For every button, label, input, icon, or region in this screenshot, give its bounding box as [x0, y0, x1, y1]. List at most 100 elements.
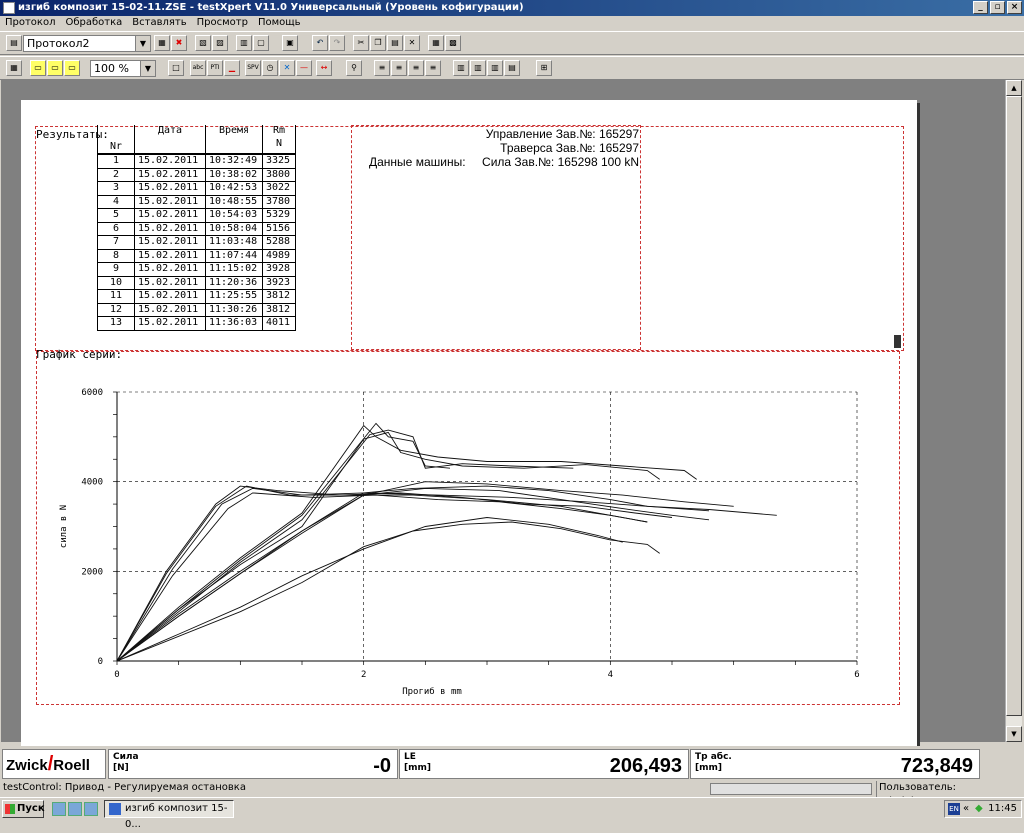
- protocol-combo-value: Протокол2: [27, 37, 90, 50]
- format-icon[interactable]: ▩: [445, 35, 461, 51]
- quicklaunch-explorer-icon[interactable]: [68, 802, 82, 816]
- title-bar: изгиб композит 15-02-11.ZSE - testXpert …: [0, 0, 1024, 16]
- document-workspace: Результаты: Nr Дата Время Rm N 1 15.02.20…: [1, 80, 1022, 760]
- language-indicator[interactable]: EN: [948, 803, 960, 815]
- status-line: testControl: Привод - Регулируемая остан…: [0, 781, 1024, 809]
- y-axis-label: сила в N: [59, 505, 69, 548]
- save-icon[interactable]: ▨: [212, 35, 228, 51]
- menu-bar: Протокол Обработка Вставлять Просмотр По…: [0, 16, 1024, 30]
- frame-footer-icon[interactable]: ▭: [64, 60, 80, 76]
- new-protocol-icon[interactable]: ▦: [154, 35, 170, 51]
- series-line: [116, 485, 710, 662]
- vertical-scrollbar[interactable]: ▲ ▼: [1005, 80, 1022, 742]
- line-icon[interactable]: —: [296, 60, 312, 76]
- zoom-combo-value: 100 %: [94, 62, 129, 75]
- align-top-icon[interactable]: ▥: [453, 60, 469, 76]
- report-page: Результаты: Nr Дата Время Rm N 1 15.02.20…: [21, 100, 917, 760]
- y-tick-label: 2000: [81, 567, 103, 577]
- protocol-icon[interactable]: ▤: [6, 35, 22, 51]
- clock: 11:45: [988, 803, 1017, 814]
- series-line: [116, 422, 451, 662]
- delete-x-icon[interactable]: ✕: [404, 35, 420, 51]
- zwick-roell-logo: Zwick/Roell: [2, 749, 106, 779]
- same-size-icon[interactable]: ▤: [504, 60, 520, 76]
- menu-view[interactable]: Просмотр: [197, 16, 248, 30]
- tray-expand-icon[interactable]: «: [963, 801, 969, 817]
- close-button[interactable]: ×: [1007, 1, 1022, 14]
- restore-button[interactable]: ▫: [990, 1, 1005, 14]
- network-icon[interactable]: ◆: [975, 804, 983, 814]
- series-line: [116, 492, 648, 662]
- copy-icon[interactable]: ❐: [370, 35, 386, 51]
- force-value: -0: [373, 755, 391, 777]
- page-setup-icon[interactable]: ▣: [282, 35, 298, 51]
- frame-header-icon[interactable]: ▭: [47, 60, 63, 76]
- grid-icon[interactable]: ▦: [6, 60, 22, 76]
- x-axis-label: Прогиб в mm: [402, 686, 462, 697]
- redo-icon[interactable]: ↷: [329, 35, 345, 51]
- align-middle-icon[interactable]: ▥: [470, 60, 486, 76]
- chevron-down-icon[interactable]: ▼: [140, 61, 155, 76]
- x-tick-label: 0: [114, 670, 119, 680]
- align-left-icon[interactable]: ≡: [374, 60, 390, 76]
- align-center-icon[interactable]: ≡: [391, 60, 407, 76]
- app-icon[interactable]: [3, 2, 15, 14]
- align-justify-icon[interactable]: ≡: [425, 60, 441, 76]
- start-button[interactable]: Пуск: [2, 800, 45, 818]
- tr-caption: Тр абс. [mm]: [695, 752, 732, 773]
- y-tick-label: 6000: [81, 388, 103, 398]
- series-line: [116, 487, 777, 662]
- zoom-combo[interactable]: 100 % ▼: [90, 60, 156, 77]
- menu-processing[interactable]: Обработка: [65, 16, 122, 30]
- le-readout: LE [mm] 206,493: [399, 749, 689, 779]
- series-line: [116, 517, 623, 662]
- rectangle-icon[interactable]: □: [168, 60, 184, 76]
- window-controls: _ ▫ ×: [973, 1, 1022, 14]
- scroll-thumb[interactable]: [1006, 96, 1022, 716]
- frame-icon[interactable]: ▭: [30, 60, 46, 76]
- taskbar-item-label: изгиб композит 15-0...: [125, 803, 228, 830]
- status-progress: [710, 783, 872, 795]
- paste-icon[interactable]: ▤: [387, 35, 403, 51]
- testxpert-icon: [109, 803, 121, 815]
- cut-icon[interactable]: ✂: [353, 35, 369, 51]
- taskbar-item-testxpert[interactable]: изгиб композит 15-0...: [104, 800, 234, 830]
- open-icon[interactable]: ▧: [195, 35, 211, 51]
- print-preview-icon[interactable]: ▢: [253, 35, 269, 51]
- x-tick-label: 6: [854, 670, 859, 680]
- clock-icon[interactable]: ◷: [262, 60, 278, 76]
- system-tray: EN « ◆ 11:45: [944, 800, 1022, 818]
- protocol-combo[interactable]: Протокол2 ▼: [23, 35, 151, 52]
- status-text: testControl: Привод - Регулируемая остан…: [3, 782, 246, 793]
- window-title: изгиб композит 15-02-11.ZSE - testXpert …: [18, 2, 524, 13]
- menu-protocol[interactable]: Протокол: [5, 16, 55, 30]
- cross-icon[interactable]: ✕: [279, 60, 295, 76]
- properties-icon[interactable]: ▦: [428, 35, 444, 51]
- quicklaunch-desktop-icon[interactable]: [52, 802, 66, 816]
- series-line: [116, 431, 660, 662]
- logo-right-text: Roell: [53, 757, 90, 774]
- scroll-down-icon[interactable]: ▼: [1006, 726, 1022, 742]
- delete-icon[interactable]: ✖: [171, 35, 187, 51]
- chevron-down-icon[interactable]: ▼: [135, 36, 150, 51]
- series-line: [116, 487, 710, 662]
- align-right-icon[interactable]: ≡: [408, 60, 424, 76]
- text-field-icon[interactable]: abc: [190, 60, 206, 76]
- spv-icon[interactable]: SPV: [245, 60, 261, 76]
- menu-insert[interactable]: Вставлять: [132, 16, 186, 30]
- quicklaunch-ie-icon[interactable]: [84, 802, 98, 816]
- align-bottom-icon[interactable]: ▥: [487, 60, 503, 76]
- series-line: [116, 485, 648, 662]
- result-table-icon[interactable]: PTI: [207, 60, 223, 76]
- minimize-button[interactable]: _: [973, 1, 988, 14]
- chart-icon[interactable]: ▁: [224, 60, 240, 76]
- menu-help[interactable]: Помощь: [258, 16, 301, 30]
- taskbar: Пуск изгиб композит 15-0... EN « ◆ 11:45: [0, 797, 1024, 830]
- undo-icon[interactable]: ↶: [312, 35, 328, 51]
- binoculars-icon[interactable]: ⚲: [346, 60, 362, 76]
- scroll-up-icon[interactable]: ▲: [1006, 80, 1022, 96]
- center-page-icon[interactable]: ⊞: [536, 60, 552, 76]
- dimension-icon[interactable]: ↔: [316, 60, 332, 76]
- x-tick-label: 4: [608, 670, 613, 680]
- print-icon[interactable]: ▥: [236, 35, 252, 51]
